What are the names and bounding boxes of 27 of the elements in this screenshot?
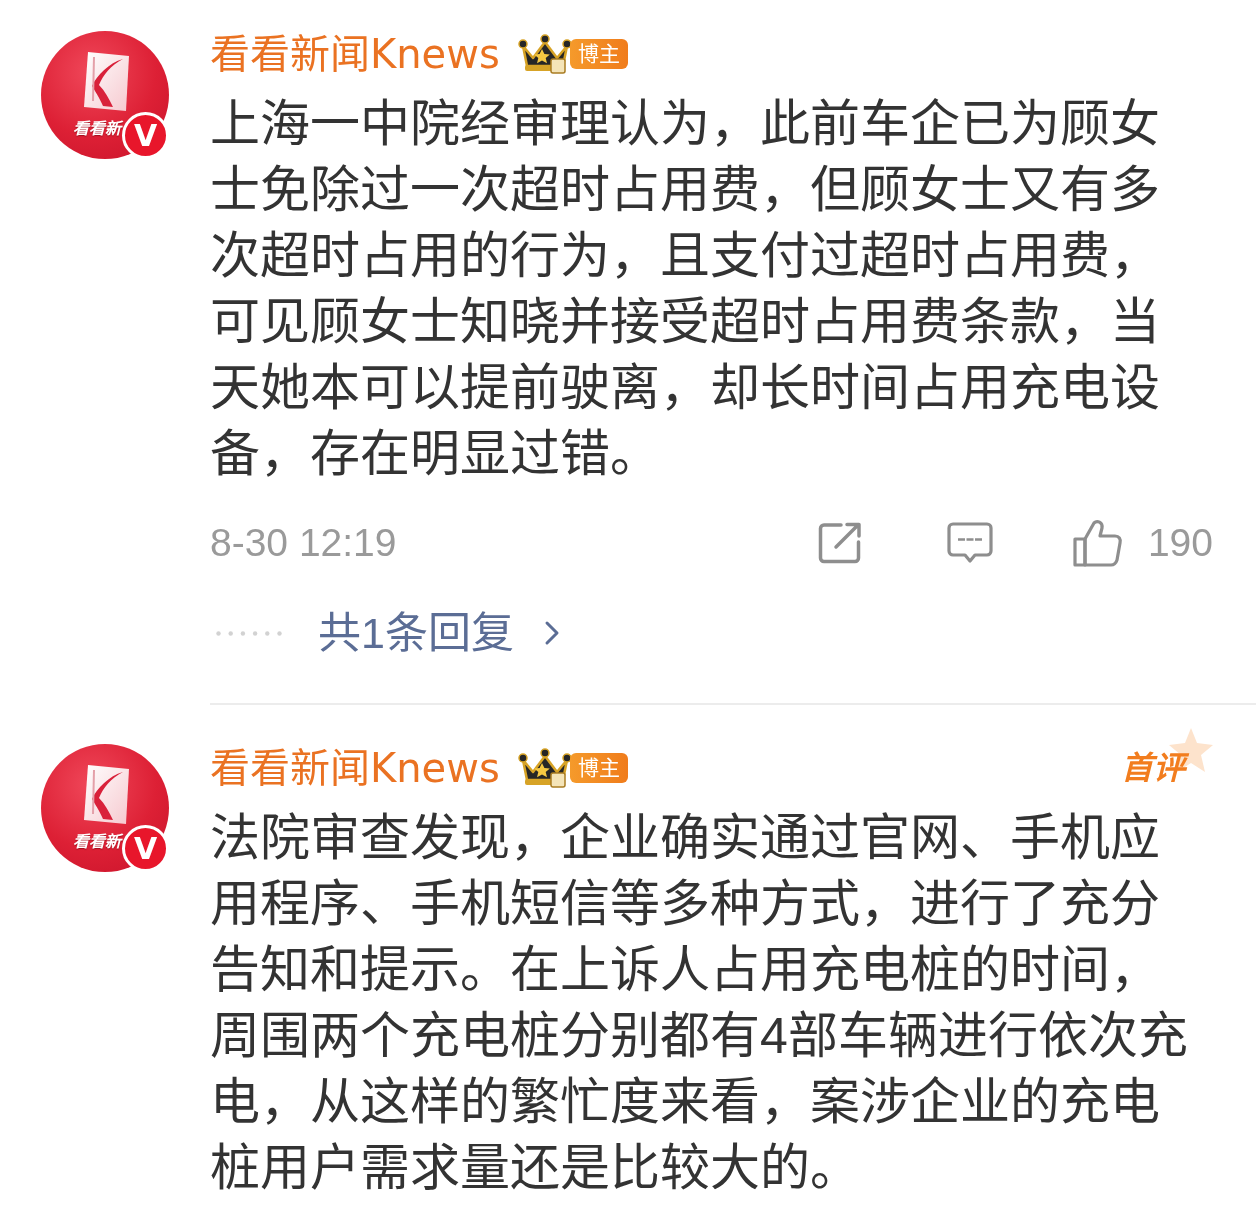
k-logo-icon <box>83 764 130 825</box>
thumbs-up-icon <box>1070 518 1123 568</box>
chevron-right-icon <box>543 620 560 646</box>
share-icon <box>816 521 863 565</box>
author-name[interactable]: 看看新闻Knews <box>210 31 500 77</box>
like-button[interactable]: 190 <box>1070 515 1213 571</box>
comment-icon <box>946 522 993 564</box>
dotted-line <box>216 630 282 636</box>
verified-badge: V <box>122 825 169 872</box>
comment-text: 法院审查发现，企业确实通过官网、手机应用程序、手机短信等多种方式，进行了充分告知和提示。在上诉人占用充电桩的时间，周围两个充电桩分别都有4部车辆进行依次充电，从这样的繁忙度来看，案涉企业的充电桩用户需求量还是比较大的。 <box>210 809 1189 1198</box>
comment-button[interactable] <box>946 522 993 564</box>
first-comment-label: 首评 <box>1121 748 1193 788</box>
channel-avatar[interactable]: 看看新 V <box>41 744 169 872</box>
share-button[interactable] <box>816 521 863 565</box>
comment-text: 上海一中院经审理认为，此前车企已为顾女士免除过一次超时占用费，但顾女士又有多次超时占用的行为，且支付过超时占用费，可见顾女士知晓并接受超时占用费条款，当天她本可以提前驶离，却长时间占用充电设备，存在明显过错。 <box>210 95 1161 484</box>
channel-avatar[interactable]: 看看新 V <box>41 31 169 159</box>
timestamp: 8-30 12:19 <box>210 520 397 566</box>
replies-link[interactable]: 共1条回复 <box>318 605 560 661</box>
k-logo-icon <box>83 51 130 112</box>
crown-icon <box>517 34 572 74</box>
role-badge: 博主 <box>569 753 628 783</box>
crown-icon <box>517 748 572 788</box>
avatar-label: 看看新 <box>73 119 121 138</box>
verified-badge: V <box>122 112 169 159</box>
avatar-label: 看看新 <box>73 832 121 851</box>
role-badge: 博主 <box>569 39 628 69</box>
author-name[interactable]: 看看新闻Knews <box>210 745 500 791</box>
